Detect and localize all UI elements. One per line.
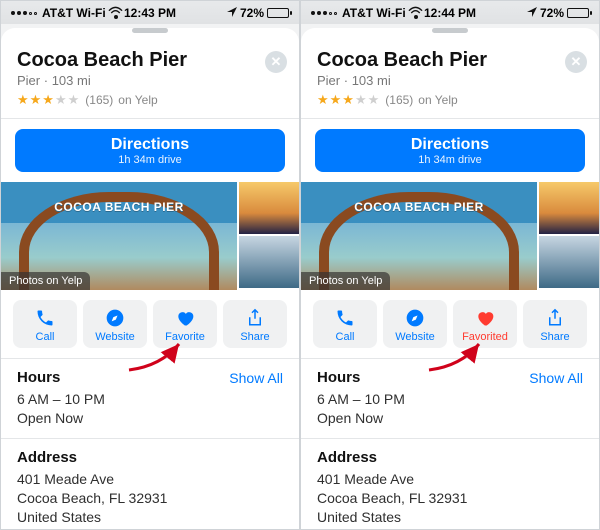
photo-thumb-2[interactable] bbox=[239, 236, 299, 290]
call-label: Call bbox=[313, 331, 377, 343]
screenshot-left: AT&T Wi-Fi 12:43 PM 72% ✕ Cocoa Beach Pi… bbox=[0, 0, 300, 530]
share-icon bbox=[223, 307, 287, 329]
close-button[interactable]: ✕ bbox=[565, 51, 587, 73]
phone-icon bbox=[313, 307, 377, 329]
place-subtitle: Pier · 103 mi bbox=[17, 73, 283, 88]
phone-icon bbox=[13, 307, 77, 329]
rating-source: on Yelp bbox=[418, 93, 457, 107]
heart-icon bbox=[153, 307, 217, 329]
hours-status: Open Now bbox=[17, 410, 83, 426]
place-title: Cocoa Beach Pier bbox=[317, 49, 583, 72]
close-button[interactable]: ✕ bbox=[265, 51, 287, 73]
directions-button[interactable]: Directions 1h 34m drive bbox=[15, 129, 285, 172]
show-all-button[interactable]: Show All bbox=[529, 370, 583, 386]
photo-thumb-1[interactable] bbox=[539, 182, 599, 236]
address-title: Address bbox=[17, 449, 283, 466]
battery-icon bbox=[267, 8, 289, 18]
photo-main[interactable]: COCOA BEACH PIER Photos on Yelp bbox=[1, 182, 237, 290]
hours-range: 6 AM – 10 PM bbox=[17, 391, 105, 407]
address-line2: Cocoa Beach, FL 32931 bbox=[17, 490, 167, 506]
photo-sign-text: COCOA BEACH PIER bbox=[31, 200, 207, 214]
heart-icon bbox=[453, 307, 517, 329]
website-button[interactable]: Website bbox=[83, 300, 147, 348]
address-line2: Cocoa Beach, FL 32931 bbox=[317, 490, 467, 506]
favorite-label: Favorited bbox=[453, 331, 517, 343]
address-line3: United States bbox=[17, 509, 101, 525]
rating-row[interactable]: ★★★★★ (165) on Yelp bbox=[317, 92, 583, 108]
status-bar: AT&T Wi-Fi 12:43 PM 72% bbox=[1, 1, 299, 24]
share-icon bbox=[523, 307, 587, 329]
share-label: Share bbox=[523, 331, 587, 343]
rating-source: on Yelp bbox=[118, 93, 157, 107]
rating-row[interactable]: ★★★★★ (165) on Yelp bbox=[17, 92, 283, 108]
address-title: Address bbox=[317, 449, 583, 466]
favorite-button[interactable]: Favorite bbox=[153, 300, 217, 348]
share-button[interactable]: Share bbox=[523, 300, 587, 348]
place-subtitle: Pier · 103 mi bbox=[317, 73, 583, 88]
compass-icon bbox=[83, 307, 147, 329]
favorite-button[interactable]: Favorited bbox=[453, 300, 517, 348]
close-icon: ✕ bbox=[271, 54, 282, 70]
directions-eta: 1h 34m drive bbox=[315, 154, 585, 166]
place-title: Cocoa Beach Pier bbox=[17, 49, 283, 72]
photo-thumb-2[interactable] bbox=[539, 236, 599, 290]
address-section[interactable]: Address 401 Meade Ave Cocoa Beach, FL 32… bbox=[1, 439, 299, 530]
show-all-button[interactable]: Show All bbox=[229, 370, 283, 386]
photo-sign-text: COCOA BEACH PIER bbox=[331, 200, 507, 214]
share-label: Share bbox=[223, 331, 287, 343]
clock-label: 12:44 PM bbox=[301, 6, 599, 20]
address-section[interactable]: Address 401 Meade Ave Cocoa Beach, FL 32… bbox=[301, 439, 599, 530]
website-label: Website bbox=[83, 331, 147, 343]
place-card: ✕ Cocoa Beach Pier Pier · 103 mi ★★★★★ (… bbox=[1, 28, 299, 530]
call-button[interactable]: Call bbox=[313, 300, 377, 348]
action-row: Call Website Favorited Share bbox=[301, 290, 599, 359]
stars-icon: ★★★★★ bbox=[317, 92, 380, 108]
photos-source-badge: Photos on Yelp bbox=[301, 272, 390, 290]
photo-thumb-1[interactable] bbox=[239, 182, 299, 236]
photos-source-badge: Photos on Yelp bbox=[1, 272, 90, 290]
screenshot-right: AT&T Wi-Fi 12:44 PM 72% ✕ Cocoa Beach Pi… bbox=[300, 0, 600, 530]
address-line3: United States bbox=[317, 509, 401, 525]
battery-icon bbox=[567, 8, 589, 18]
photo-strip[interactable]: COCOA BEACH PIER Photos on Yelp bbox=[1, 182, 299, 290]
website-button[interactable]: Website bbox=[383, 300, 447, 348]
hours-section: Hours Show All 6 AM – 10 PM Open Now bbox=[301, 359, 599, 439]
compass-icon bbox=[383, 307, 447, 329]
directions-label: Directions bbox=[15, 136, 285, 154]
call-button[interactable]: Call bbox=[13, 300, 77, 348]
share-button[interactable]: Share bbox=[223, 300, 287, 348]
directions-button[interactable]: Directions 1h 34m drive bbox=[315, 129, 585, 172]
grabber-handle[interactable] bbox=[432, 28, 468, 33]
action-row: Call Website Favorite Share bbox=[1, 290, 299, 359]
place-card: ✕ Cocoa Beach Pier Pier · 103 mi ★★★★★ (… bbox=[301, 28, 599, 530]
directions-eta: 1h 34m drive bbox=[15, 154, 285, 166]
rating-count: (165) bbox=[85, 93, 113, 107]
website-label: Website bbox=[383, 331, 447, 343]
rating-count: (165) bbox=[385, 93, 413, 107]
clock-label: 12:43 PM bbox=[1, 6, 299, 20]
call-label: Call bbox=[13, 331, 77, 343]
stars-icon: ★★★★★ bbox=[17, 92, 80, 108]
photo-main[interactable]: COCOA BEACH PIER Photos on Yelp bbox=[301, 182, 537, 290]
hours-range: 6 AM – 10 PM bbox=[317, 391, 405, 407]
favorite-label: Favorite bbox=[153, 331, 217, 343]
hours-section: Hours Show All 6 AM – 10 PM Open Now bbox=[1, 359, 299, 439]
photo-strip[interactable]: COCOA BEACH PIER Photos on Yelp bbox=[301, 182, 599, 290]
hours-status: Open Now bbox=[317, 410, 383, 426]
hours-title: Hours bbox=[317, 369, 360, 386]
close-icon: ✕ bbox=[571, 54, 582, 70]
grabber-handle[interactable] bbox=[132, 28, 168, 33]
status-bar: AT&T Wi-Fi 12:44 PM 72% bbox=[301, 1, 599, 24]
hours-title: Hours bbox=[17, 369, 60, 386]
address-line1: 401 Meade Ave bbox=[17, 471, 114, 487]
directions-label: Directions bbox=[315, 136, 585, 154]
address-line1: 401 Meade Ave bbox=[317, 471, 414, 487]
